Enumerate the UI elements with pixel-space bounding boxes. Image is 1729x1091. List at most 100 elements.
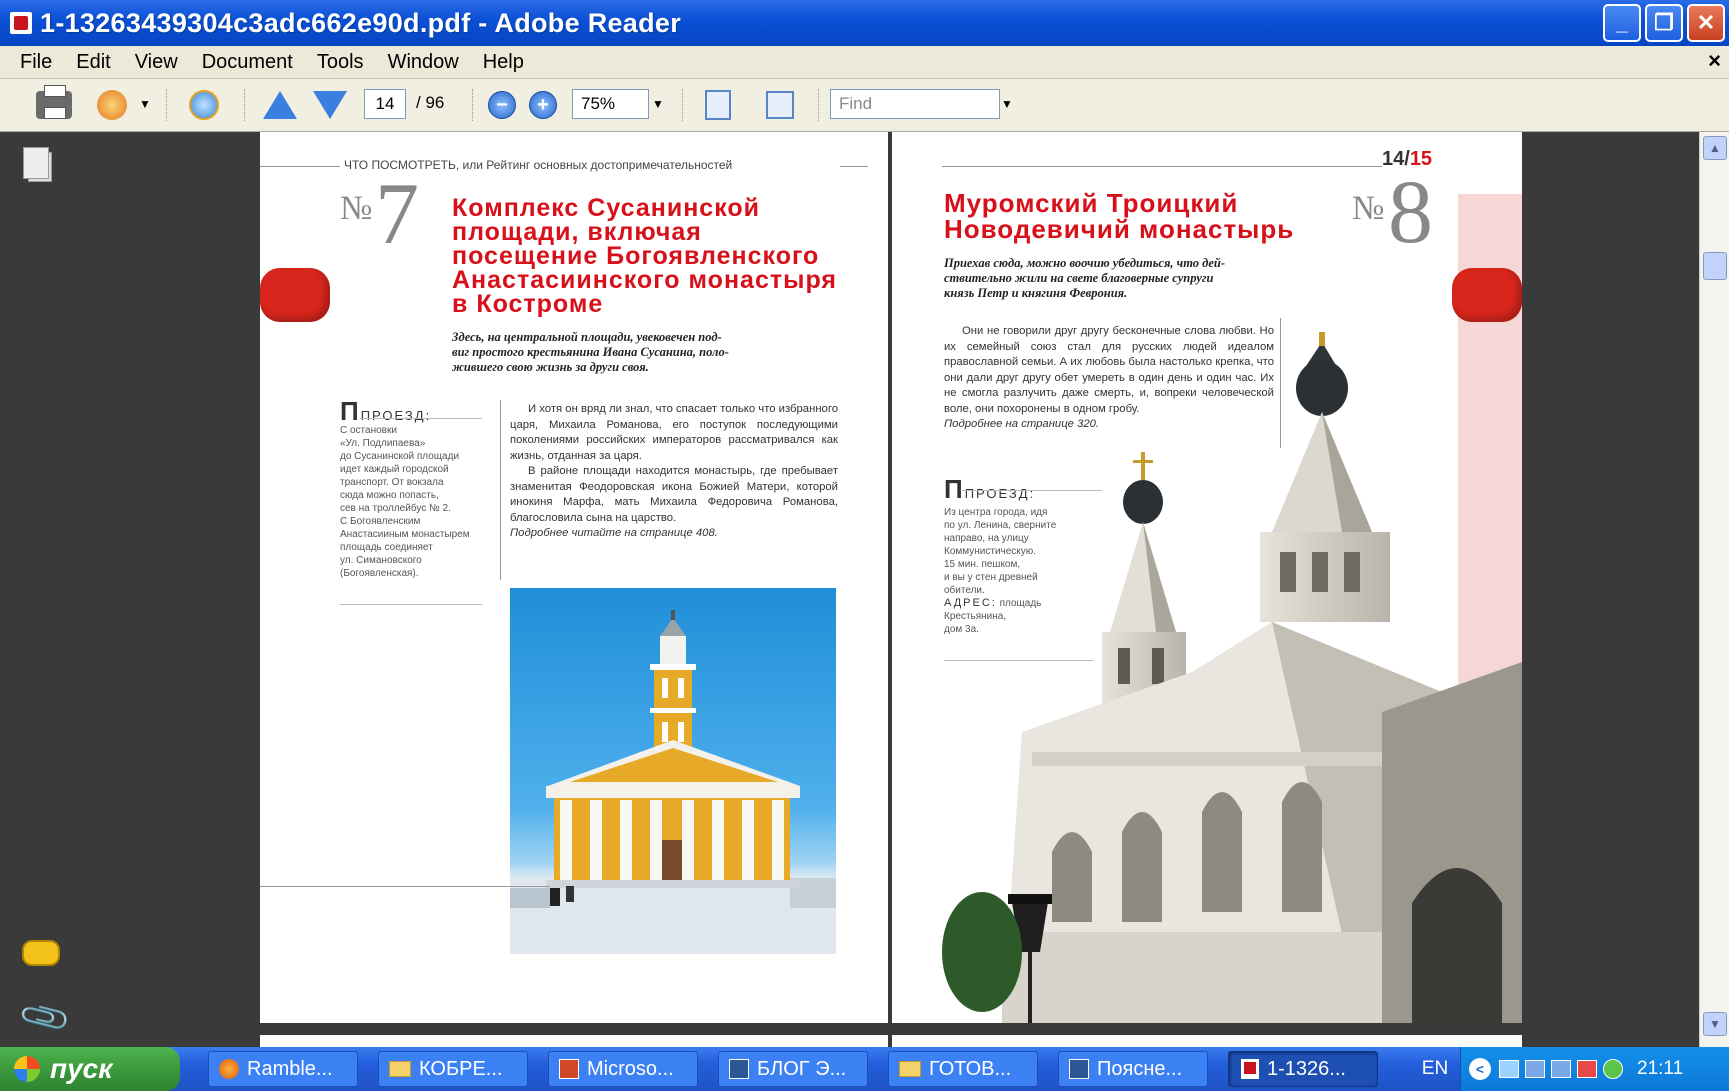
rule-line: [942, 166, 1382, 167]
find-input[interactable]: Find: [830, 89, 1000, 119]
taskbar-item-gotov[interactable]: ГОТОВ...: [888, 1051, 1038, 1087]
language-indicator[interactable]: EN: [1415, 1047, 1455, 1091]
window-title: 1-13263439304c3adc662e90d.pdf - Adobe Re…: [40, 7, 682, 38]
rule-line: [260, 166, 340, 167]
pdf-icon: [1241, 1059, 1259, 1079]
start-button[interactable]: пуск: [0, 1047, 180, 1091]
print-button[interactable]: [34, 85, 74, 122]
windows-logo-icon: [14, 1056, 40, 1082]
menu-view[interactable]: View: [133, 51, 180, 74]
taskbar-item-kobre[interactable]: КОБРЕ...: [378, 1051, 528, 1087]
menu-edit[interactable]: Edit: [74, 51, 112, 74]
toolbar-separator: [818, 89, 821, 121]
menu-tools[interactable]: Tools: [315, 51, 366, 74]
taskbar: пуск Ramble... КОБРЕ... Microso... БЛОГ …: [0, 1047, 1729, 1091]
proezd-line: С остановки: [340, 425, 397, 436]
title-line: Комплекс Сусанинской: [452, 194, 761, 222]
column-divider: [500, 400, 501, 580]
taskbar-item-label: Microso...: [587, 1057, 674, 1080]
share-icon: [189, 90, 219, 120]
rule-line: [260, 886, 550, 887]
zoom-out-button[interactable]: −: [487, 88, 517, 122]
start-label: пуск: [50, 1053, 113, 1084]
title-line: в Костроме: [452, 290, 604, 318]
taskbar-item-microsoft[interactable]: Microso...: [548, 1051, 698, 1087]
taskbar-item-rambler[interactable]: Ramble...: [208, 1051, 358, 1087]
taskbar-item-blog[interactable]: БЛОГ Э...: [718, 1051, 868, 1087]
fit-width-icon: [705, 90, 731, 120]
taskbar-item-label: ГОТОВ...: [929, 1057, 1012, 1080]
zoom-in-button[interactable]: +: [528, 88, 558, 122]
proezd-line: С Богоявленским: [340, 516, 421, 527]
menu-bar: File Edit View Document Tools Window Hel…: [0, 46, 1729, 79]
close-button[interactable]: ✕: [1687, 4, 1725, 42]
powerpoint-icon: [559, 1059, 579, 1079]
number-sign: №: [1352, 190, 1385, 227]
attachments-icon[interactable]: 📎: [16, 989, 74, 1046]
article-lead: Приехав сюда, можно воочию убедиться, чт…: [944, 256, 1344, 301]
article-lead: Здесь, на центральной площади, увековече…: [452, 330, 832, 375]
proezd-line: сюда можно попасть,: [340, 490, 439, 501]
zoom-dropdown-icon[interactable]: ▼: [649, 89, 667, 119]
menu-file[interactable]: File: [18, 51, 54, 74]
body-paragraph: И хотя он вряд ли знал, что спасает толь…: [510, 403, 838, 462]
display-icon[interactable]: [1525, 1060, 1545, 1078]
lead-line: ствительно жили на свете благоверные суп…: [944, 271, 1214, 285]
proezd-line: площадь соединяет: [340, 542, 433, 553]
share-button[interactable]: [182, 88, 226, 122]
next-page-button[interactable]: [312, 88, 348, 122]
vertical-scrollbar[interactable]: ▲ ▼: [1699, 132, 1729, 1047]
number-sign: №: [340, 190, 373, 227]
email-dropdown-icon[interactable]: ▼: [136, 89, 154, 119]
lead-line: Здесь, на центральной площади, увековече…: [452, 330, 722, 344]
minimize-button[interactable]: _: [1603, 4, 1641, 42]
close-document-icon[interactable]: ×: [1708, 48, 1721, 74]
menu-document[interactable]: Document: [200, 51, 295, 74]
taskbar-item-label: Поясне...: [1097, 1057, 1183, 1080]
taskbar-item-label: КОБРЕ...: [419, 1057, 503, 1080]
red-tab-marker: [1452, 268, 1522, 322]
zoom-level-input[interactable]: 75%: [572, 89, 649, 119]
article-title: Комплекс Сусанинской площади, включая по…: [452, 194, 837, 318]
security-check-icon[interactable]: [1603, 1059, 1623, 1079]
lead-line: виг простого крестьянина Ивана Сусанина,…: [452, 345, 729, 359]
taskbar-item-poyasne[interactable]: Поясне...: [1058, 1051, 1208, 1087]
monitor-icon[interactable]: [1551, 1060, 1571, 1078]
pages-icon[interactable]: [23, 147, 52, 182]
taskbar-item-label: БЛОГ Э...: [757, 1057, 847, 1080]
scroll-up-icon[interactable]: ▲: [1703, 136, 1727, 160]
lead-line: Приехав сюда, можно воочию убедиться, чт…: [944, 256, 1226, 270]
email-button[interactable]: [94, 88, 130, 122]
proezd-line: до Сусанинской площади: [340, 451, 460, 462]
fit-page-button[interactable]: [762, 88, 798, 122]
previous-page-button[interactable]: [262, 88, 298, 122]
page-right: 14/15 Муромский Троицкий Новодевичий мон…: [892, 132, 1522, 1023]
restore-button[interactable]: ❐: [1645, 4, 1683, 42]
fit-width-button[interactable]: [700, 88, 736, 122]
title-line: Новодевичий монастырь: [944, 214, 1295, 244]
antivirus-icon[interactable]: [1577, 1060, 1597, 1078]
adobe-reader-icon: [10, 12, 32, 34]
clock[interactable]: 21:11: [1637, 1058, 1683, 1080]
menu-window[interactable]: Window: [386, 51, 461, 74]
toolbar: ▼ 14 / 96 − + 75% ▼ Find ▼: [0, 79, 1729, 132]
scroll-down-icon[interactable]: ▼: [1703, 1012, 1727, 1036]
page-number-input[interactable]: 14: [364, 89, 406, 119]
proezd-line: Анастасииным монастырем: [340, 529, 470, 540]
comments-icon[interactable]: [22, 940, 60, 966]
tray-expand-icon[interactable]: <: [1469, 1058, 1491, 1080]
arrow-down-icon: [313, 91, 347, 119]
lead-line: князь Петр и княгиня Феврония.: [944, 286, 1128, 300]
network-icon[interactable]: [1499, 1060, 1519, 1078]
toolbar-separator: [244, 89, 247, 121]
next-page-right: [892, 1035, 1522, 1047]
word-icon: [729, 1059, 749, 1079]
menu-help[interactable]: Help: [481, 51, 526, 74]
taskbar-item-label: Ramble...: [247, 1057, 333, 1080]
taskbar-item-adobe-reader[interactable]: 1-1326...: [1228, 1051, 1378, 1087]
document-view: ЧТО ПОСМОТРЕТЬ, или Рейтинг основных дос…: [78, 132, 1699, 1047]
rank-number: 8: [1388, 163, 1433, 262]
word-icon: [1069, 1059, 1089, 1079]
scroll-thumb[interactable]: [1703, 252, 1727, 280]
find-dropdown-icon[interactable]: ▼: [998, 89, 1016, 119]
